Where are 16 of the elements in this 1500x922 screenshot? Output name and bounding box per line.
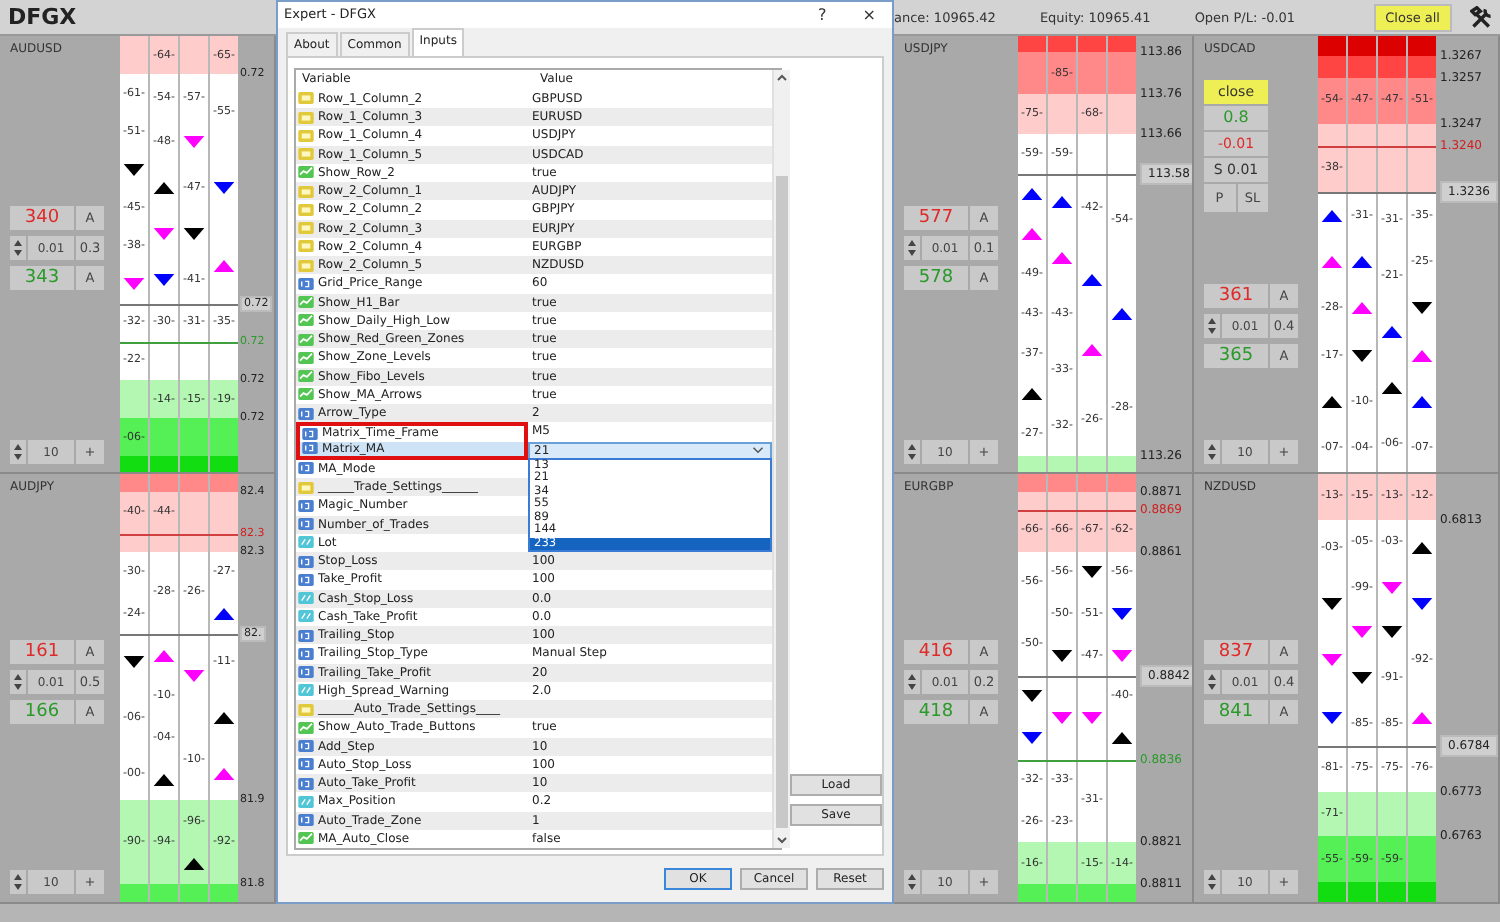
buy-price: 841 [1204,700,1268,724]
profit-value: 0.8 [1204,106,1268,130]
buy-price: 365 [1204,344,1268,368]
sell-price: 361 [1204,284,1268,308]
buy-price: 166 [10,700,74,724]
buy-price: 578 [904,266,968,290]
app-title: DFGX [6,4,79,30]
sell-price: 161 [10,640,74,664]
buy-price: 418 [904,700,968,724]
close-button[interactable]: × [862,5,876,24]
sell-price: 577 [904,206,968,230]
sell-price: 340 [10,206,74,230]
sell-price: 416 [904,640,968,664]
buy-price: 343 [10,266,74,290]
help-button[interactable]: ? [818,5,827,24]
sell-price: 837 [1204,640,1268,664]
